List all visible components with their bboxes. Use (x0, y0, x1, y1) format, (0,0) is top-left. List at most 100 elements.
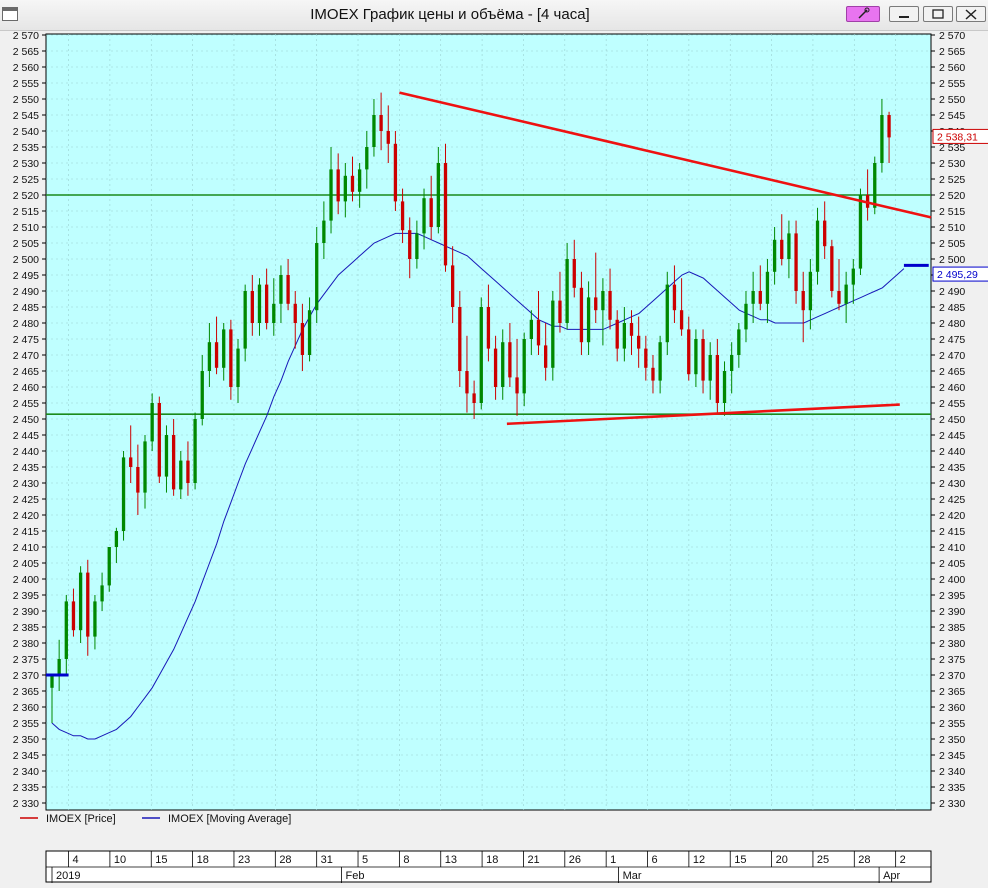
candle-body[interactable] (751, 291, 755, 304)
candle-body[interactable] (222, 329, 226, 368)
candle-body[interactable] (658, 342, 662, 381)
candle-body[interactable] (229, 329, 233, 387)
candle-body[interactable] (379, 115, 383, 131)
plot-background[interactable] (45, 33, 932, 811)
candle-body[interactable] (486, 307, 491, 349)
candle-body[interactable] (780, 239, 784, 259)
candle-body[interactable] (307, 310, 312, 355)
candle-body[interactable] (157, 403, 161, 477)
candle-body[interactable] (429, 198, 433, 227)
candle-body[interactable] (501, 342, 505, 387)
candle-body[interactable] (758, 291, 762, 304)
candle-body[interactable] (579, 287, 584, 343)
candle-body[interactable] (236, 348, 240, 387)
candle-body[interactable] (357, 169, 362, 192)
candle-body[interactable] (887, 115, 891, 138)
minimize-button[interactable] (889, 6, 919, 22)
candle-body[interactable] (422, 198, 426, 234)
candle-body[interactable] (114, 531, 119, 547)
candle-body[interactable] (529, 319, 534, 339)
candle-body[interactable] (687, 329, 691, 375)
candle-body[interactable] (443, 163, 448, 266)
candle-body[interactable] (100, 585, 104, 602)
candle-body[interactable] (386, 131, 390, 144)
chart-area[interactable]: 2 570 2 570 2 565 2 565 2 560 2 560 2 555 2 555… (0, 30, 988, 883)
candle-body[interactable] (415, 233, 419, 259)
candle-body[interactable] (200, 371, 204, 419)
candle-body[interactable] (565, 259, 569, 323)
candle-body[interactable] (622, 323, 627, 349)
candle-body[interactable] (808, 271, 813, 311)
candle-body[interactable] (465, 371, 469, 394)
candle-body[interactable] (522, 339, 526, 394)
candle-body[interactable] (336, 169, 340, 202)
candle-body[interactable] (86, 572, 90, 637)
candle-body[interactable] (730, 355, 734, 371)
candle-body[interactable] (629, 323, 634, 336)
candle-body[interactable] (150, 403, 154, 442)
candle-body[interactable] (694, 339, 698, 375)
candle-body[interactable] (78, 572, 83, 631)
candle-body[interactable] (644, 348, 648, 368)
candle-body[interactable] (536, 319, 541, 346)
candle-body[interactable] (214, 342, 219, 368)
candle-body[interactable] (293, 303, 297, 323)
candle-body[interactable] (393, 143, 398, 202)
candle-body[interactable] (250, 291, 254, 323)
candle-body[interactable] (315, 243, 319, 311)
candle-body[interactable] (121, 457, 126, 531)
candle-body[interactable] (737, 329, 741, 355)
candle-body[interactable] (551, 300, 555, 368)
candle-body[interactable] (722, 371, 727, 403)
candle-body[interactable] (586, 297, 591, 343)
candle-body[interactable] (207, 342, 212, 371)
candle-body[interactable] (708, 355, 712, 381)
candle-body[interactable] (408, 230, 412, 259)
candle-body[interactable] (64, 601, 68, 659)
candle-body[interactable] (572, 259, 576, 288)
candle-body[interactable] (50, 675, 54, 688)
candle-body[interactable] (594, 297, 598, 311)
candle-body[interactable] (873, 163, 877, 208)
candle-body[interactable] (772, 239, 777, 272)
candle-body[interactable] (472, 393, 476, 403)
candle-body[interactable] (264, 284, 269, 323)
candle-body[interactable] (57, 659, 61, 675)
candle-body[interactable] (851, 268, 855, 285)
candle-body[interactable] (787, 233, 791, 259)
price-chart[interactable]: 2 570 2 570 2 565 2 565 2 560 2 560 2 555 2 555… (0, 30, 988, 883)
candle-body[interactable] (186, 460, 190, 483)
pin-icon[interactable] (846, 6, 880, 22)
candle-body[interactable] (372, 115, 376, 147)
candle-body[interactable] (830, 246, 834, 291)
candle-body[interactable] (458, 307, 462, 371)
candle-body[interactable] (257, 284, 262, 323)
candle-body[interactable] (837, 291, 841, 304)
candle-body[interactable] (880, 115, 884, 163)
candle-body[interactable] (744, 303, 748, 330)
candle-body[interactable] (129, 457, 133, 467)
candle-body[interactable] (715, 355, 720, 403)
candle-body[interactable] (329, 169, 333, 221)
candle-body[interactable] (71, 601, 76, 631)
candle-body[interactable] (300, 323, 305, 355)
candle-body[interactable] (844, 284, 848, 304)
candle-body[interactable] (558, 300, 562, 323)
candle-body[interactable] (343, 175, 347, 202)
candle-body[interactable] (93, 601, 97, 637)
candle-body[interactable] (164, 435, 169, 477)
candle-body[interactable] (243, 291, 247, 349)
candle-body[interactable] (672, 284, 677, 311)
candle-body[interactable] (350, 175, 355, 192)
candle-body[interactable] (601, 291, 605, 311)
close-button[interactable] (956, 6, 986, 22)
candle-body[interactable] (272, 303, 276, 323)
candle-body[interactable] (322, 220, 326, 243)
candle-body[interactable] (615, 319, 619, 349)
candle-body[interactable] (679, 310, 684, 330)
candle-body[interactable] (179, 460, 183, 490)
candle-body[interactable] (794, 233, 798, 291)
candle-body[interactable] (765, 271, 770, 304)
candle-body[interactable] (171, 435, 176, 490)
candle-body[interactable] (637, 335, 641, 349)
